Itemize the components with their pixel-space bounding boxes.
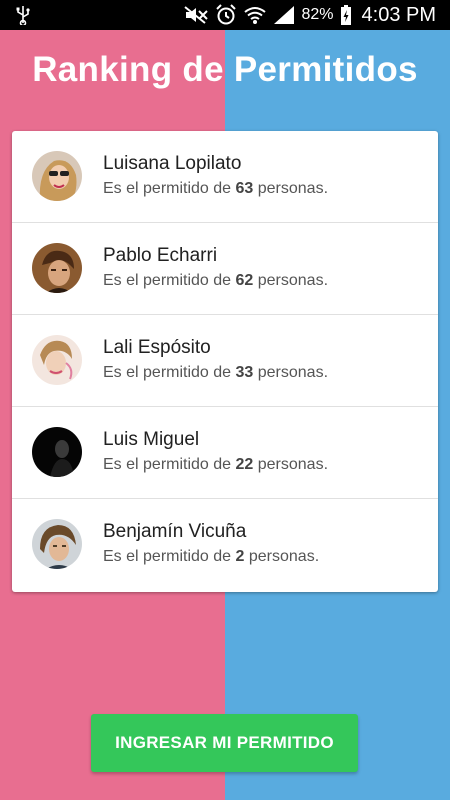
desc-prefix: Es el permitido de bbox=[103, 180, 236, 197]
ranking-item[interactable]: Luisana Lopilato Es el permitido de 63 p… bbox=[12, 131, 438, 223]
permit-count: 62 bbox=[235, 272, 254, 289]
avatar bbox=[32, 151, 82, 201]
avatar bbox=[32, 427, 82, 477]
ranking-item[interactable]: Lali Espósito Es el permitido de 33 pers… bbox=[12, 315, 438, 407]
permit-count-text: Es el permitido de 2 personas. bbox=[103, 548, 319, 566]
desc-suffix: personas. bbox=[253, 272, 329, 289]
avatar bbox=[32, 335, 82, 385]
avatar bbox=[32, 519, 82, 569]
permit-count-text: Es el permitido de 22 personas. bbox=[103, 456, 328, 474]
person-name: Luisana Lopilato bbox=[103, 153, 242, 174]
permit-count: 63 bbox=[235, 180, 254, 197]
battery-percent: 82% bbox=[301, 6, 334, 23]
person-name: Lali Espósito bbox=[103, 337, 211, 358]
desc-suffix: personas. bbox=[253, 364, 329, 381]
page-title-part1: Ranking de bbox=[32, 50, 234, 89]
mute-icon bbox=[184, 6, 209, 24]
ranking-card: Luisana Lopilato Es el permitido de 63 p… bbox=[12, 131, 438, 592]
battery-charging-icon bbox=[340, 5, 351, 25]
desc-suffix: personas. bbox=[253, 456, 329, 473]
ingresar-permitido-button[interactable]: INGRESAR MI PERMITIDO bbox=[91, 714, 358, 772]
desc-prefix: Es el permitido de bbox=[103, 456, 236, 473]
permit-count-text: Es el permitido de 33 personas. bbox=[103, 364, 328, 382]
ranking-item[interactable]: Benjamín Vicuña Es el permitido de 2 per… bbox=[12, 499, 438, 591]
desc-prefix: Es el permitido de bbox=[103, 364, 236, 381]
permit-count: 33 bbox=[235, 364, 254, 381]
page-title: Ranking de Permitidos bbox=[0, 50, 450, 90]
ranking-item[interactable]: Luis Miguel Es el permitido de 22 person… bbox=[12, 407, 438, 499]
clock: 4:03 PM bbox=[361, 3, 436, 26]
person-name: Pablo Echarri bbox=[103, 245, 218, 266]
status-bar: 82% 4:03 PM bbox=[0, 0, 450, 30]
wifi-icon bbox=[244, 7, 267, 24]
desc-prefix: Es el permitido de bbox=[103, 272, 236, 289]
desc-prefix: Es el permitido de bbox=[103, 548, 236, 565]
ranking-item[interactable]: Pablo Echarri Es el permitido de 62 pers… bbox=[12, 223, 438, 315]
avatar bbox=[32, 243, 82, 293]
permit-count-text: Es el permitido de 62 personas. bbox=[103, 272, 328, 290]
signal-icon bbox=[274, 6, 295, 24]
usb-icon bbox=[16, 6, 30, 25]
permit-count: 22 bbox=[235, 456, 254, 473]
desc-suffix: personas. bbox=[244, 548, 320, 565]
desc-suffix: personas. bbox=[253, 180, 329, 197]
page-title-part2: Permitidos bbox=[233, 50, 418, 89]
person-name: Benjamín Vicuña bbox=[103, 521, 247, 542]
alarm-icon bbox=[216, 4, 237, 25]
person-name: Luis Miguel bbox=[103, 429, 200, 450]
permit-count-text: Es el permitido de 63 personas. bbox=[103, 180, 328, 198]
